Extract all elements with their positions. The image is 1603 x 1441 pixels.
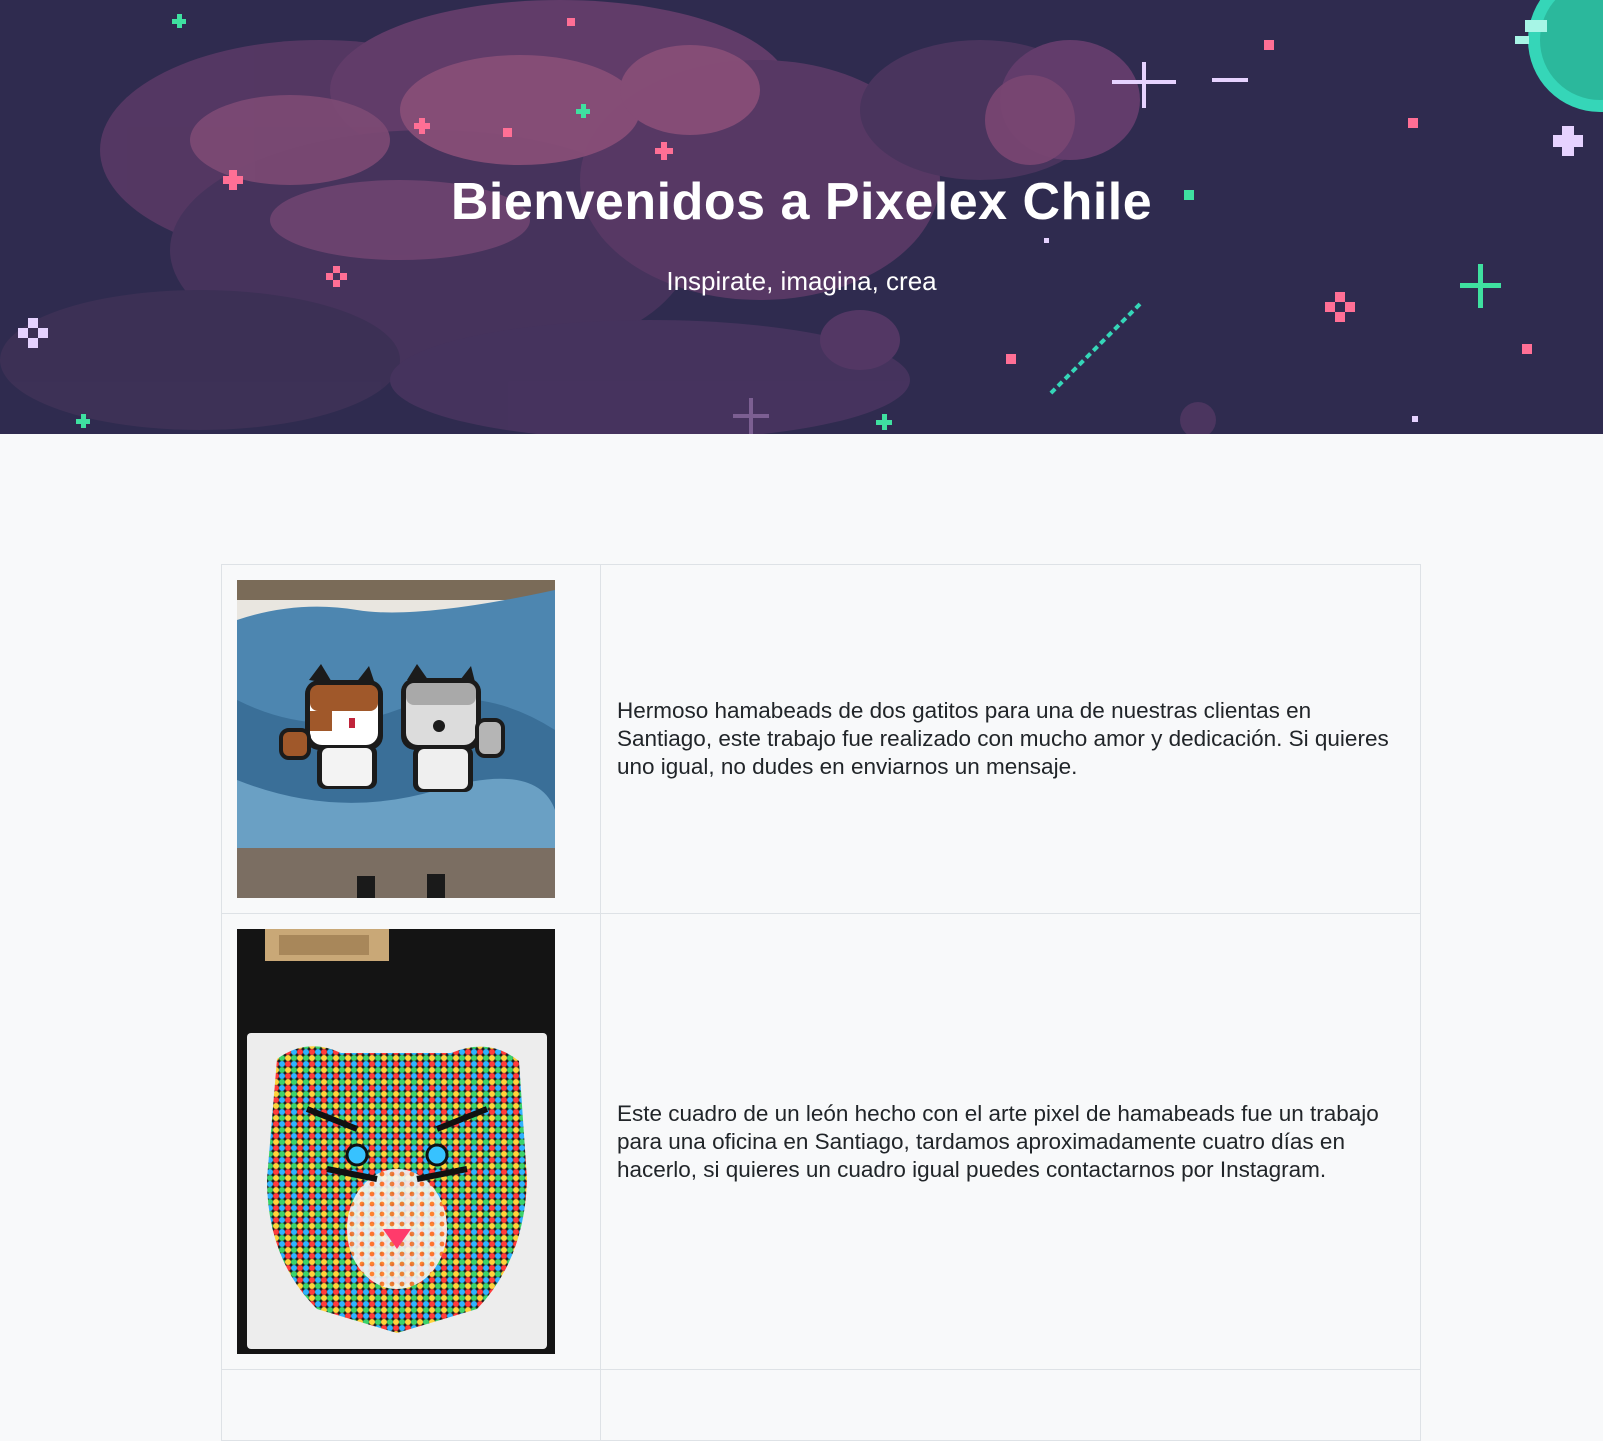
table-row: Hermoso hamabeads de dos gatitos para un… (221, 564, 1421, 914)
tiger-hamabeads-photo (237, 929, 555, 1354)
page-title: Bienvenidos a Pixelex Chile (450, 173, 1153, 231)
image-cell (221, 564, 601, 914)
table-row (221, 1369, 1421, 1441)
table-row: Este cuadro de un león hecho con el arte… (221, 913, 1421, 1370)
hero-banner: Bienvenidos a Pixelex Chile Inspirate, i… (0, 0, 1603, 434)
description-cell: Hermoso hamabeads de dos gatitos para un… (600, 564, 1421, 914)
page-subtitle: Inspirate, imagina, crea (666, 266, 937, 296)
image-cell (221, 1369, 601, 1441)
gallery-section: Hermoso hamabeads de dos gatitos para un… (221, 564, 1421, 1441)
image-cell (221, 913, 601, 1370)
description-cell (600, 1369, 1421, 1441)
description-cell: Este cuadro de un león hecho con el arte… (600, 913, 1421, 1370)
gallery-table: Hermoso hamabeads de dos gatitos para un… (221, 564, 1421, 1441)
cats-hamabeads-photo (237, 580, 555, 898)
